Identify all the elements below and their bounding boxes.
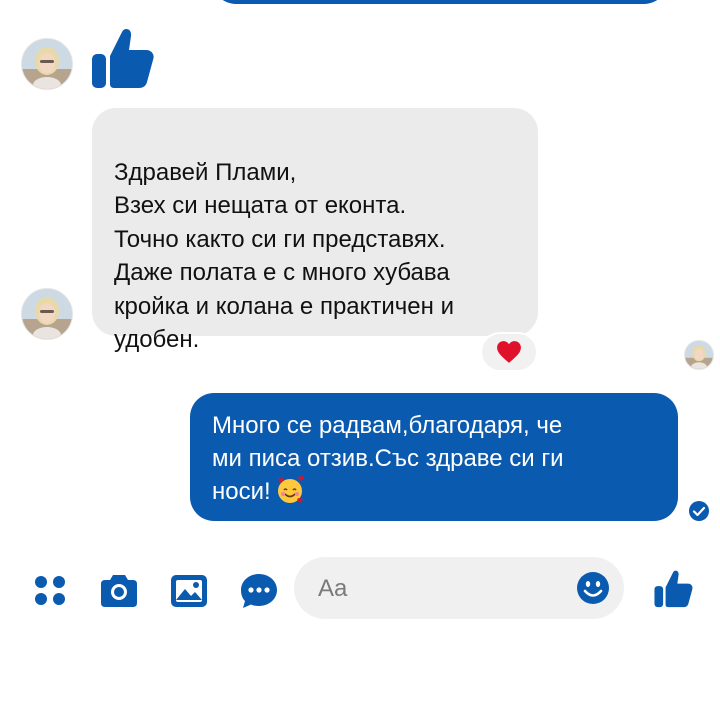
thumbs-up-icon[interactable]	[652, 566, 694, 610]
incoming-message-text: Здравей Плами, Взех си нещата от еконта.…	[114, 158, 454, 354]
gallery-icon[interactable]	[166, 568, 212, 614]
avatar-photo	[22, 289, 72, 339]
outgoing-message-text: Много се радвам,благодаря, че ми писа от…	[212, 412, 564, 505]
heart-icon	[497, 341, 521, 363]
message-composer[interactable]	[294, 557, 624, 619]
contact-avatar[interactable]	[21, 288, 73, 340]
contact-avatar[interactable]	[21, 38, 73, 90]
outgoing-message-bubble[interactable]: Много се радвам,благодаря, че ми писа от…	[190, 393, 678, 521]
message-reaction[interactable]	[480, 332, 538, 372]
check-icon	[688, 500, 710, 522]
more-icon[interactable]	[28, 568, 74, 614]
camera-icon[interactable]	[96, 568, 142, 614]
smiling-face-with-hearts-icon	[277, 476, 304, 503]
smiley-icon[interactable]	[576, 571, 610, 605]
previous-outgoing-bubble[interactable]	[212, 0, 668, 4]
avatar-photo	[22, 39, 72, 89]
thumbs-up-icon	[88, 24, 156, 90]
audio-message-icon[interactable]	[236, 568, 282, 614]
incoming-message-bubble[interactable]: Здравей Плами, Взех си нещата от еконта.…	[92, 108, 538, 353]
read-receipt-avatar	[684, 340, 714, 370]
avatar-photo	[685, 341, 713, 369]
message-input[interactable]	[316, 573, 570, 605]
